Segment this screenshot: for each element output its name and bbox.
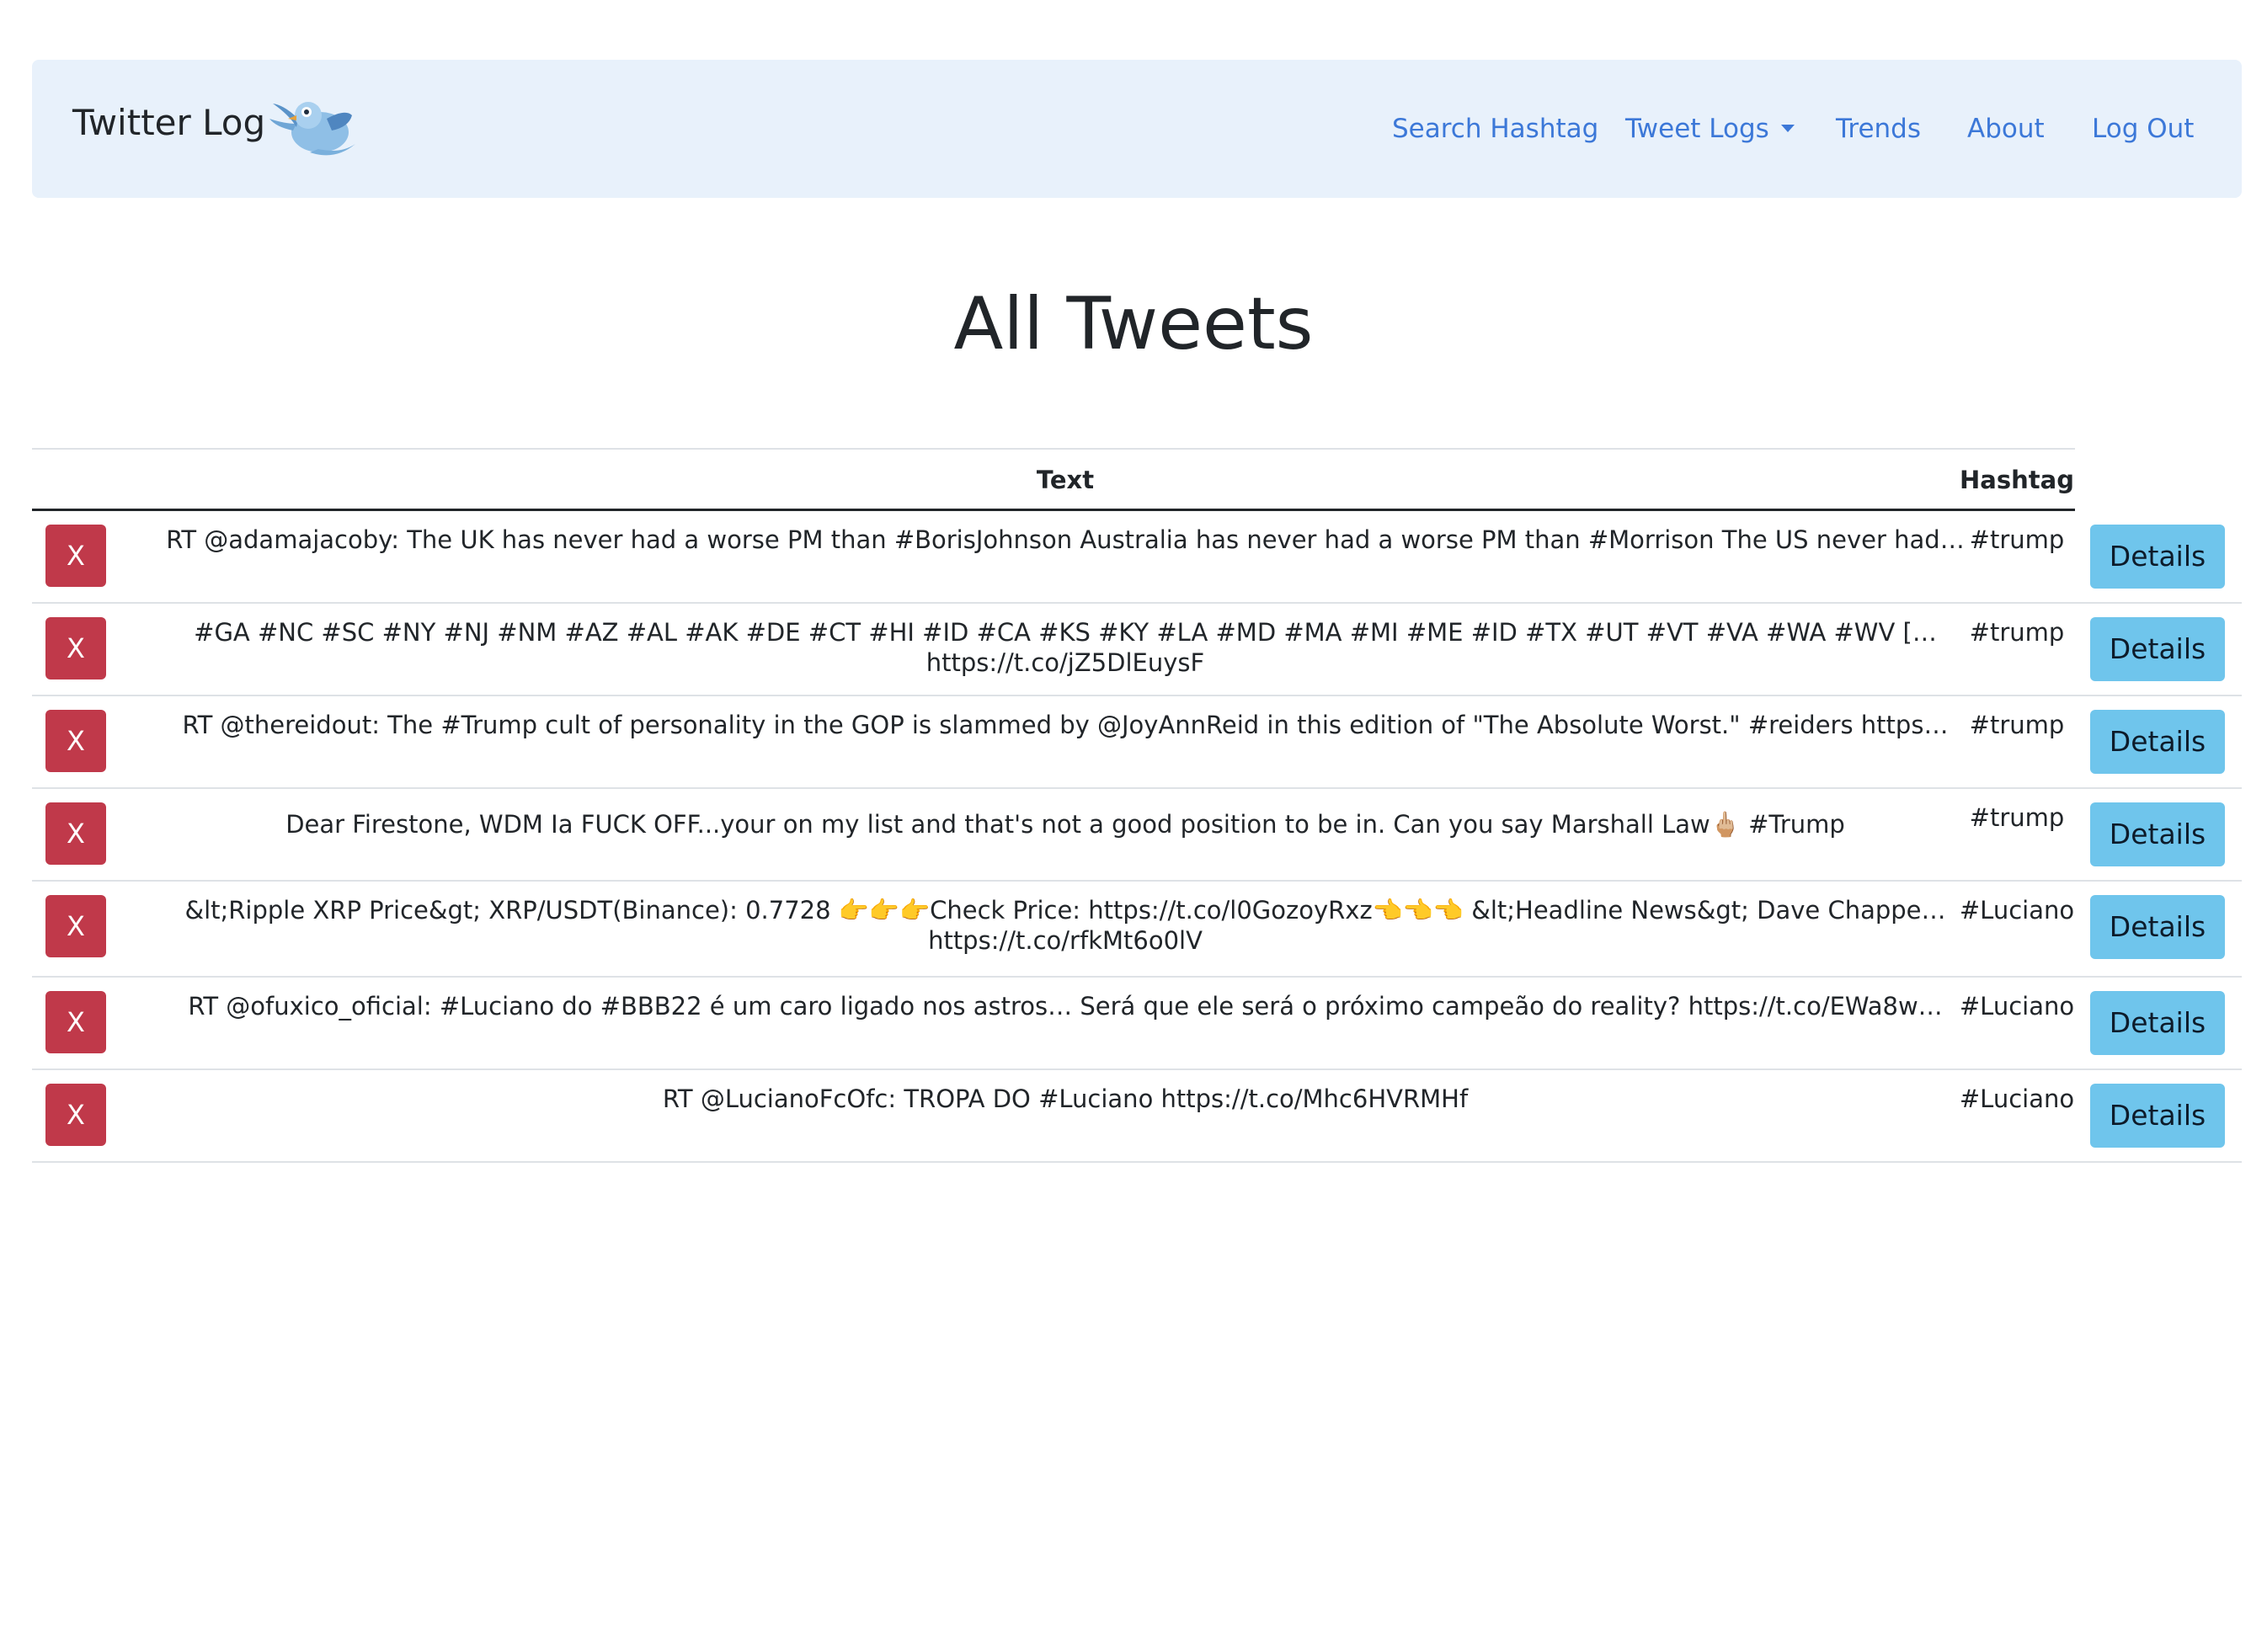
nav-log-out[interactable]: Log Out bbox=[2092, 112, 2194, 146]
details-button[interactable]: Details bbox=[2090, 802, 2225, 866]
tweet-text-line: RT @LucianoFcOfc: TROPA DO #Luciano http… bbox=[662, 1084, 1469, 1113]
table-row: X #GA #NC #SC #NY #NJ #NM #AZ #AL #AK #D… bbox=[32, 604, 2242, 696]
header-text: Text bbox=[1036, 466, 1095, 494]
tweet-text: RT @LucianoFcOfc: TROPA DO #Luciano http… bbox=[165, 1084, 1966, 1114]
tweet-text-line: RT @adamajacoby: The UK has never had a … bbox=[166, 525, 1965, 554]
tweet-hashtag: #Luciano bbox=[1959, 896, 2075, 925]
page-title: All Tweets bbox=[953, 282, 1314, 366]
tweet-text: RT @thereidout: The #Trump cult of perso… bbox=[165, 710, 1966, 740]
tweet-hashtag: #trump bbox=[1969, 525, 2065, 554]
details-button[interactable]: Details bbox=[2090, 617, 2225, 681]
delete-button[interactable]: X bbox=[45, 710, 106, 772]
tweet-hashtag: #trump bbox=[1969, 803, 2065, 832]
table-row: X RT @ofuxico_oficial: #Luciano do #BBB2… bbox=[32, 978, 2242, 1070]
tweet-hashtag: #Luciano bbox=[1959, 1084, 2075, 1113]
tweet-hashtag: #trump bbox=[1969, 711, 2065, 739]
tweet-text: RT @adamajacoby: The UK has never had a … bbox=[165, 525, 1966, 555]
details-button[interactable]: Details bbox=[2090, 710, 2225, 774]
tweet-hashtag: #Luciano bbox=[1959, 992, 2075, 1021]
tweet-text: #GA #NC #SC #NY #NJ #NM #AZ #AL #AK #DE … bbox=[165, 617, 1966, 678]
nav-about[interactable]: About bbox=[1967, 112, 2045, 146]
nav-tweet-logs-dropdown[interactable]: Tweet Logs bbox=[1625, 112, 1795, 146]
header-hashtag: Hashtag bbox=[1960, 466, 2074, 494]
details-button[interactable]: Details bbox=[2090, 895, 2225, 959]
table-row: X RT @adamajacoby: The UK has never had … bbox=[32, 511, 2242, 604]
nav-trends[interactable]: Trends bbox=[1836, 112, 1921, 146]
tweet-text-line: #GA #NC #SC #NY #NJ #NM #AZ #AL #AK #DE … bbox=[194, 618, 1937, 647]
tweet-text-line: RT @ofuxico_oficial: #Luciano do #BBB22 … bbox=[188, 992, 1943, 1021]
navbar: Twitter Log Search Hashtag Tweet Logs Tr… bbox=[32, 60, 2242, 198]
details-button[interactable]: Details bbox=[2090, 525, 2225, 589]
delete-button[interactable]: X bbox=[45, 802, 106, 865]
tweet-text-line: Dear Firestone, WDM Ia FUCK OFF...your o… bbox=[285, 810, 1845, 839]
tweet-text-line: RT @thereidout: The #Trump cult of perso… bbox=[182, 711, 1949, 739]
bird-logo-icon bbox=[269, 102, 355, 156]
tweet-text: &lt;Ripple XRP Price&gt; XRP/USDT(Binanc… bbox=[165, 895, 1966, 956]
tweet-text-link: https://t.co/rfkMt6o0lV bbox=[928, 926, 1203, 955]
delete-button[interactable]: X bbox=[45, 991, 106, 1053]
nav-search-hashtag[interactable]: Search Hashtag bbox=[1392, 112, 1598, 146]
delete-button[interactable]: X bbox=[45, 895, 106, 957]
tweet-text-line: &lt;Ripple XRP Price&gt; XRP/USDT(Binanc… bbox=[184, 896, 1946, 925]
tweet-text: Dear Firestone, WDM Ia FUCK OFF...your o… bbox=[165, 809, 1966, 839]
delete-button[interactable]: X bbox=[45, 1084, 106, 1146]
tweet-text: RT @ofuxico_oficial: #Luciano do #BBB22 … bbox=[165, 991, 1966, 1021]
table-row: X &lt;Ripple XRP Price&gt; XRP/USDT(Bina… bbox=[32, 882, 2242, 978]
caret-down-icon bbox=[1780, 125, 1795, 132]
table-row: X RT @LucianoFcOfc: TROPA DO #Luciano ht… bbox=[32, 1070, 2242, 1163]
table-row: X Dear Firestone, WDM Ia FUCK OFF...your… bbox=[32, 789, 2242, 882]
details-button[interactable]: Details bbox=[2090, 1084, 2225, 1148]
table-row: X RT @thereidout: The #Trump cult of per… bbox=[32, 696, 2242, 789]
brand-title[interactable]: Twitter Log bbox=[72, 98, 265, 148]
nav-tweet-logs-label: Tweet Logs bbox=[1625, 114, 1769, 144]
table-header: Text Hashtag bbox=[32, 448, 2075, 511]
tweet-text-link: https://t.co/jZ5DlEuysF bbox=[925, 648, 1205, 677]
delete-button[interactable]: X bbox=[45, 617, 106, 679]
details-button[interactable]: Details bbox=[2090, 991, 2225, 1055]
delete-button[interactable]: X bbox=[45, 525, 106, 587]
page: Twitter Log Search Hashtag Tweet Logs Tr… bbox=[0, 0, 2267, 1652]
tweet-hashtag: #trump bbox=[1969, 618, 2065, 647]
tweets-table: Text Hashtag X RT @adamajacoby: The UK h… bbox=[32, 448, 2242, 1163]
